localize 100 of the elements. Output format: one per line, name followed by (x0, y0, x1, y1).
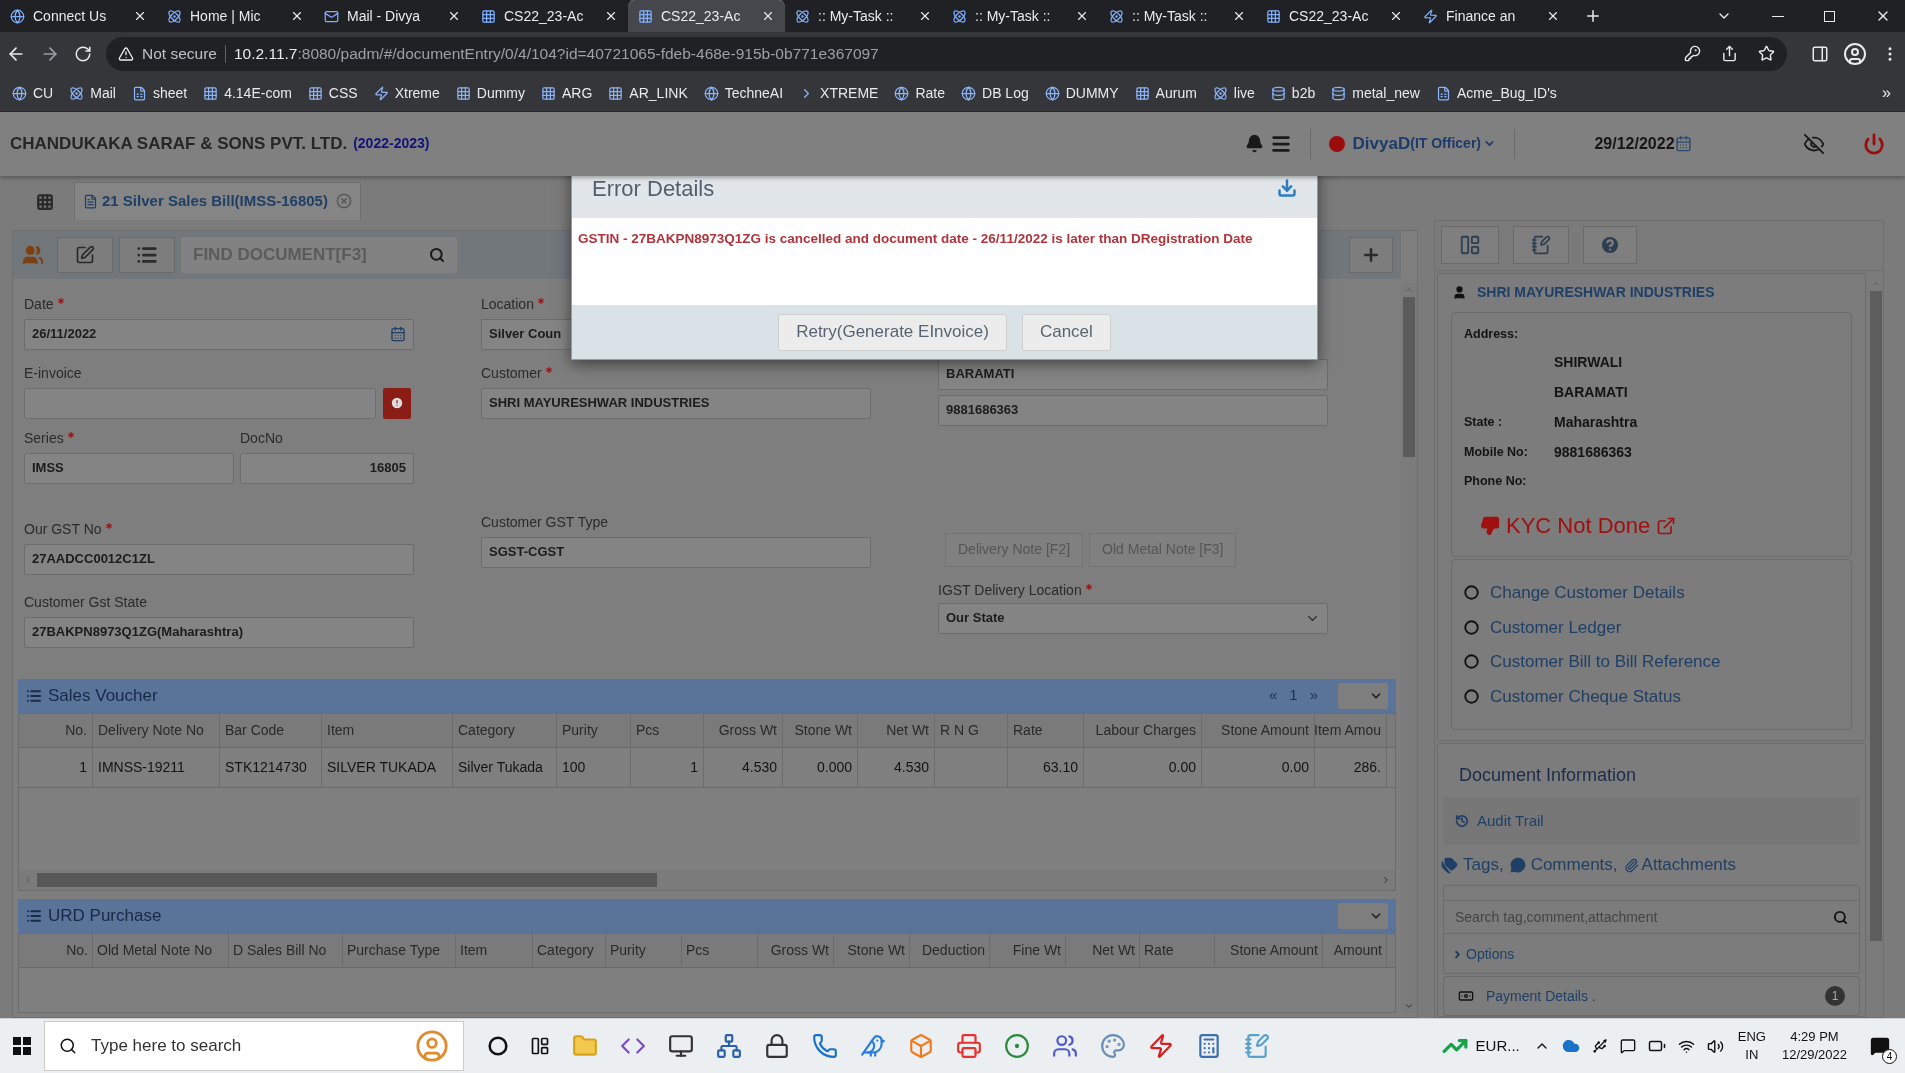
field-label: Location (481, 295, 534, 314)
column-header: R N G (935, 713, 1008, 747)
browser-tab[interactable]: CS22_23-Ac (628, 0, 785, 32)
section-title: URD Purchase (48, 904, 162, 927)
financial-year: (2022-2023) (353, 134, 430, 154)
error-message: GSTIN - 27BAKPN8973Q1ZG is cancelled and document date - 26/11/2022 is later than DRegistration Date (578, 230, 1254, 248)
bookmark[interactable]: Dummy (449, 79, 531, 107)
bookmark[interactable]: DUMMY (1038, 79, 1125, 107)
tab-title: :: My-Task :: (818, 6, 895, 26)
language-indicator[interactable]: ENG IN (1737, 1028, 1766, 1064)
column-header: Labour Charges (1084, 713, 1202, 747)
current-date: 29/12/2022 (1594, 133, 1675, 154)
bookmark[interactable]: b2b (1264, 79, 1322, 107)
bookmark[interactable]: AR_LINK (602, 79, 694, 107)
tab-title: :: My-Task :: (975, 6, 1052, 26)
column-header: Old Metal Note No (93, 933, 229, 967)
bookmark[interactable]: ARG (535, 79, 599, 107)
field-label: IGST Delivery Location (938, 581, 1082, 600)
tab-title: CS22_23-Ac (661, 6, 742, 26)
tab-title: CS22_23-Ac (504, 6, 585, 26)
bookmark[interactable]: CSS (301, 79, 364, 107)
company-name: CHANDUKAKA SARAF & SONS PVT. LTD. (10, 133, 348, 155)
table-cell: 4.530 (858, 747, 935, 787)
table-cell: IMNSS-19211 (93, 747, 220, 787)
column-header: Gross Wt (758, 933, 834, 967)
field-label: Series (24, 429, 64, 448)
column-header: Category (533, 933, 606, 967)
table-cell: 286. (1315, 747, 1387, 787)
column-header: Purchase Type (343, 933, 456, 967)
gst-state-field[interactable]: 27BAKPN8973Q1ZG(Maharashtra) (24, 616, 414, 648)
phone-label: Phone No: (1464, 473, 1528, 491)
address-field[interactable]: Not secure 10.2.11.7:8080/padm/#/documentEntry/0/4/104?id=40721065-fdeb-468e-915b-0b771e367097 (106, 36, 1787, 71)
table-cell: 0.00 (1202, 747, 1315, 787)
bookmark[interactable]: Acme_Bug_ID's (1429, 79, 1563, 107)
city-field[interactable]: BARAMATI (938, 358, 1328, 390)
tab-title: Mail - Divya (347, 6, 422, 26)
table-cell: 0.00 (1084, 747, 1202, 787)
gst-type-field[interactable]: SGST-CGST (481, 536, 871, 568)
column-header: Bar Code (220, 713, 322, 747)
state-value: Maharashtra (1554, 413, 1639, 433)
bookmark[interactable]: DB Log (955, 79, 1035, 107)
taskbar-search-field[interactable]: Type here to search (44, 1021, 464, 1071)
url-text: 10.2.11.7:8080/padm/#/documentEntry/0/4/104?id=40721065-fdeb-468e-915b-0b771e367097 (233, 43, 879, 64)
field-label: Customer GST Type (481, 513, 609, 532)
column-header: Delivery Note No (93, 713, 220, 747)
more-bookmarks-button[interactable]: » (1874, 81, 1899, 105)
series-field[interactable]: IMSS (24, 452, 234, 484)
date-field[interactable]: 26/11/2022 (24, 318, 414, 350)
column-header: Stone Wt (783, 713, 858, 747)
count-badge: 1 (1825, 986, 1845, 1006)
state-label: State : (1464, 414, 1504, 432)
tab-title: :: My-Task :: (1132, 6, 1209, 26)
bookmark[interactable]: Xtreme (367, 79, 446, 107)
field-label: Customer Gst State (24, 593, 147, 612)
delivery-location-select[interactable]: Our State (938, 602, 1328, 634)
table-cell: 100 (557, 747, 631, 787)
bookmark[interactable]: XTREME (793, 79, 885, 107)
bookmark[interactable]: Aurum (1128, 79, 1203, 107)
table-cell: SILVER TUKADA (322, 747, 453, 787)
column-header: Gross Wt (704, 713, 783, 747)
field-label: Customer (481, 364, 542, 383)
column-header: Fine Wt (990, 933, 1066, 967)
tab-title: CS22_23-Ac (1289, 6, 1370, 26)
address-line: BARAMATI (1554, 383, 1629, 403)
tab-title: Connect Us (33, 6, 108, 26)
column-header: Item Amou (1315, 713, 1387, 747)
field-label: DocNo (240, 429, 283, 448)
gst-number-field[interactable]: 27AADCC0012C1ZL (24, 543, 414, 575)
column-header: Net Wt (1066, 933, 1140, 967)
column-header: Rate (1140, 933, 1215, 967)
column-header: Stone Wt (834, 933, 910, 967)
dialog-button[interactable]: Cancel (1021, 313, 1111, 351)
bookmark[interactable]: Rate (888, 79, 951, 107)
table-cell: Silver Tukada (453, 747, 557, 787)
docno-field[interactable]: 16805 (240, 452, 414, 484)
payment-details-row[interactable]: Payment Details . 1 (1443, 976, 1860, 1016)
dialog-button[interactable]: Retry(Generate EInvoice) (778, 313, 1007, 351)
bookmark[interactable]: Mail (63, 79, 122, 107)
table-cell: 63.10 (1008, 747, 1084, 787)
column-header: Stone Amount (1215, 933, 1323, 967)
address-line: SHIRWALI (1554, 353, 1624, 373)
column-header: Category (453, 713, 557, 747)
bookmark[interactable]: sheet (125, 79, 194, 107)
notifications-button[interactable]: 4 (1855, 1018, 1905, 1073)
mobile-field[interactable]: 9881686363 (938, 394, 1328, 426)
bookmark[interactable]: metal_new (1325, 79, 1426, 107)
field-label: Our GST No (24, 520, 102, 539)
field-label: E-invoice (24, 364, 82, 383)
customer-field[interactable]: SHRI MAYURESHWAR INDUSTRIES (481, 387, 871, 419)
clock[interactable]: 4:29 PM 12/29/2022 (1781, 1028, 1847, 1064)
bookmark[interactable]: 4.14E-com (197, 79, 298, 107)
stock-widget[interactable]: EUR... (1441, 1033, 1520, 1059)
column-header: Deduction (910, 933, 990, 967)
mobile-label: Mobile No: (1464, 444, 1529, 462)
table-cell: 0.000 (783, 747, 858, 787)
bookmark[interactable]: CU (6, 79, 60, 107)
column-header: Item (322, 713, 453, 747)
bookmark[interactable]: TechneAI (697, 79, 790, 107)
bookmark[interactable]: live (1206, 79, 1261, 107)
field-label: Date (24, 295, 54, 314)
